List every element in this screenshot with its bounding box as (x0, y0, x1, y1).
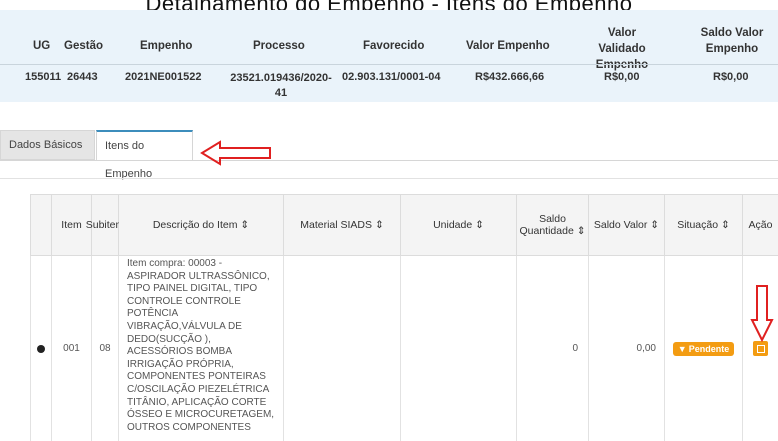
val-valor-empenho: R$432.666,66 (475, 71, 545, 83)
cell-saldo-valor: 0,00 (589, 256, 665, 441)
col-valor-validado: Valor Validado Empenho (595, 27, 649, 71)
tab-itens-do-empenho[interactable]: Itens do Empenho (96, 130, 193, 180)
col-saldo-valor-item[interactable]: Saldo Valor ⇕ (589, 194, 665, 256)
tab-dados-basicos[interactable]: Dados Básicos (0, 130, 95, 160)
section-divider (0, 178, 778, 179)
val-gestao: 26443 (67, 71, 98, 83)
val-valor-validado: R$0,00 (604, 71, 640, 83)
val-ug: 155011 (25, 71, 62, 83)
col-processo: Processo (253, 40, 305, 52)
col-unidade[interactable]: Unidade ⇕ (401, 194, 517, 256)
col-saldo-quantidade[interactable]: Saldo Quantidade ⇕ (517, 194, 589, 256)
cell-situacao: ▼ Pendente (665, 256, 743, 441)
cell-saldo-quantidade: 0 (517, 256, 589, 441)
cell-subitem: 08 (92, 256, 119, 441)
val-empenho: 2021NE001522 (125, 71, 202, 83)
edit-item-button[interactable] (753, 341, 768, 356)
cell-unidade (401, 256, 517, 441)
header-divider (0, 64, 778, 65)
col-acao: Ação (743, 194, 778, 256)
status-badge-label: Pendente (688, 343, 730, 354)
col-valor-empenho: Valor Empenho (466, 40, 550, 52)
col-expand (30, 194, 52, 256)
expand-row-toggle[interactable] (30, 256, 52, 441)
red-arrow-left-icon (200, 140, 271, 166)
val-processo: 23521.019436/2020-41 (230, 72, 332, 99)
red-arrow-down-icon (750, 285, 774, 342)
col-empenho: Empenho (140, 40, 193, 52)
cell-item: 001 (52, 256, 92, 441)
tabs-divider (0, 160, 778, 161)
thumbs-down-icon: ▼ (677, 343, 687, 354)
col-situacao[interactable]: Situação ⇕ (665, 194, 743, 256)
expand-dot-icon (37, 344, 45, 353)
col-favorecido: Favorecido (363, 40, 425, 52)
val-saldo-valor: R$0,00 (713, 71, 749, 83)
col-descricao[interactable]: Descrição do Item ⇕ (119, 194, 284, 256)
cell-descricao: Item compra: 00003 - ASPIRADOR ULTRASSÔN… (119, 256, 284, 441)
status-badge: ▼ Pendente (672, 341, 735, 356)
col-saldo-valor: Saldo Valor Empenho (700, 27, 764, 55)
empenho-summary-table: UG Gestão Empenho Processo Favorecido Va… (0, 10, 778, 102)
val-favorecido: 02.903.131/0001-04 (342, 71, 441, 83)
col-ug: UG (33, 40, 51, 52)
col-gestao: Gestão (64, 40, 103, 52)
cell-material-siads (284, 256, 401, 441)
col-material-siads[interactable]: Material SIADS ⇕ (284, 194, 401, 256)
col-subitem: Subitem (86, 194, 124, 256)
